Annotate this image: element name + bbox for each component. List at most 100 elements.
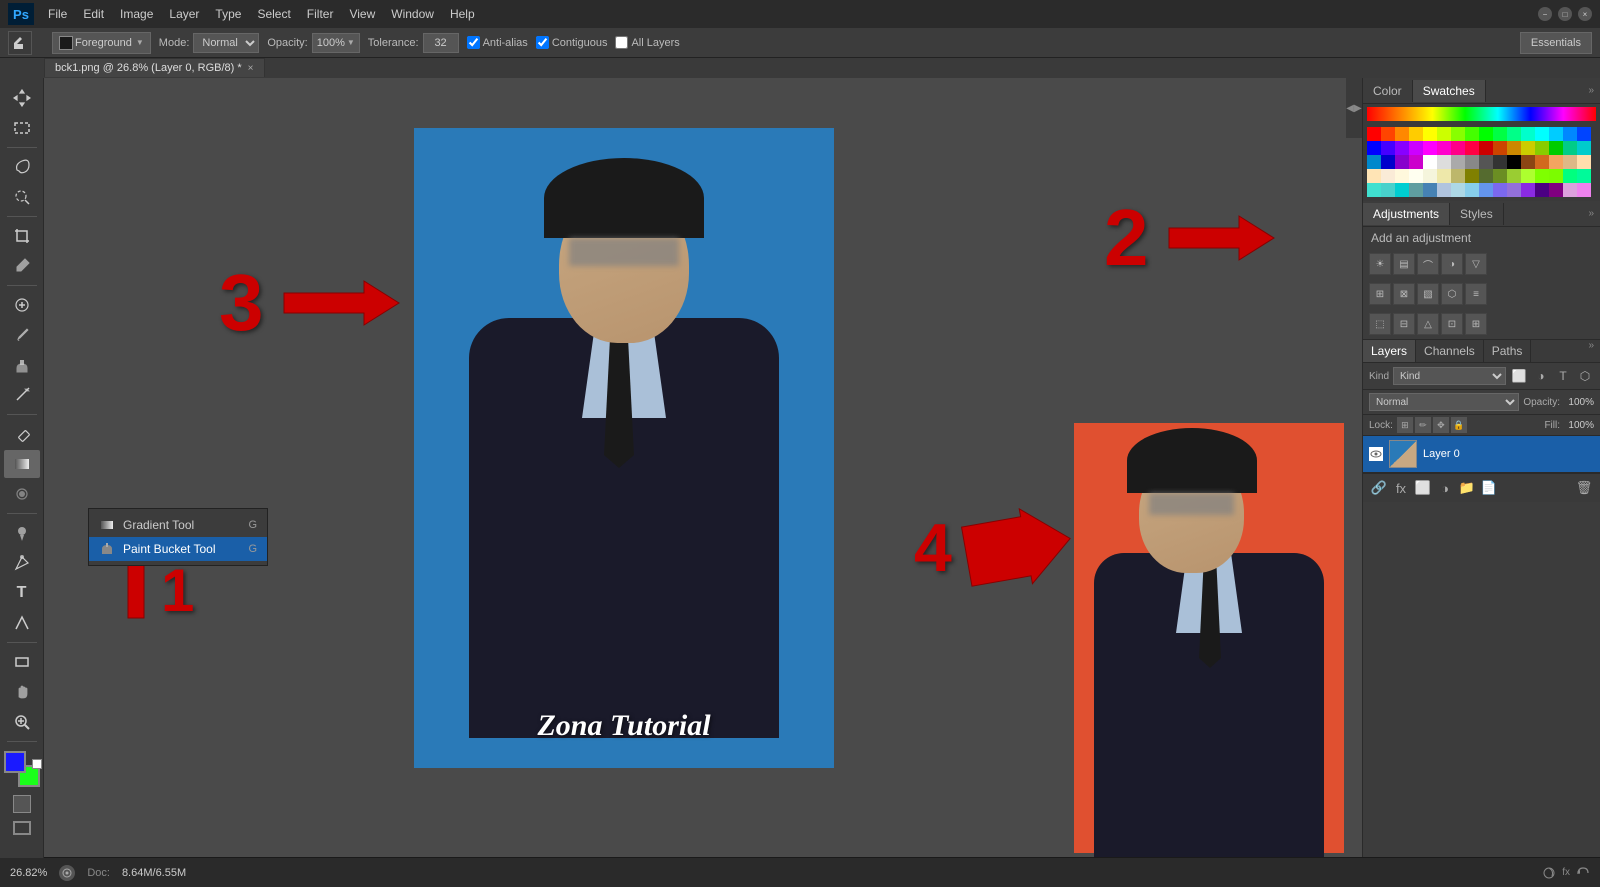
swatch-cell[interactable] <box>1535 127 1549 141</box>
foreground-dropdown[interactable]: Foreground ▼ <box>52 32 151 54</box>
exposure-adj-btn[interactable]: ◑ <box>1441 253 1463 275</box>
swatch-cell[interactable] <box>1465 155 1479 169</box>
crop-tool[interactable] <box>4 222 40 250</box>
swatch-cell[interactable] <box>1521 169 1535 183</box>
swatch-cell[interactable] <box>1423 155 1437 169</box>
new-adj-layer-btn[interactable]: ◑ <box>1435 478 1455 498</box>
swatch-cell[interactable] <box>1577 141 1591 155</box>
swatch-cell[interactable] <box>1437 141 1451 155</box>
lock-image-btn[interactable]: ✏ <box>1415 417 1431 433</box>
foreground-color[interactable] <box>4 751 26 773</box>
swatch-cell[interactable] <box>1437 127 1451 141</box>
swatch-cell[interactable] <box>1479 183 1493 197</box>
swatch-cell[interactable] <box>1493 183 1507 197</box>
swatch-cell[interactable] <box>1493 127 1507 141</box>
menu-filter[interactable]: Filter <box>301 5 340 23</box>
bw-adj-btn[interactable]: ▧ <box>1417 283 1439 305</box>
swatch-cell[interactable] <box>1381 169 1395 183</box>
swatch-cell[interactable] <box>1577 127 1591 141</box>
menu-select[interactable]: Select <box>251 5 296 23</box>
swatch-cell[interactable] <box>1423 183 1437 197</box>
menu-layer[interactable]: Layer <box>163 5 205 23</box>
levels-adj-btn[interactable]: ▤ <box>1393 253 1415 275</box>
stamp-tool[interactable] <box>4 351 40 379</box>
swatch-cell[interactable] <box>1409 141 1423 155</box>
swatch-cell[interactable] <box>1563 155 1577 169</box>
swatch-cell[interactable] <box>1479 169 1493 183</box>
layers-tab-btn[interactable]: Layers <box>1363 340 1416 362</box>
layer-visibility-eye[interactable] <box>1369 447 1383 461</box>
swatch-cell[interactable] <box>1395 155 1409 169</box>
healing-tool[interactable] <box>4 291 40 319</box>
panel-collapse-btn[interactable]: » <box>1582 85 1600 96</box>
swatch-cell[interactable] <box>1437 169 1451 183</box>
filter-adj-btn[interactable]: ◑ <box>1532 367 1550 385</box>
add-style-btn[interactable]: fx <box>1391 478 1411 498</box>
swatch-cell[interactable] <box>1577 183 1591 197</box>
swatch-cell[interactable] <box>1535 183 1549 197</box>
lock-transparent-btn[interactable]: ⊞ <box>1397 417 1413 433</box>
swatch-cell[interactable] <box>1549 169 1563 183</box>
swatch-cell[interactable] <box>1549 141 1563 155</box>
curves-adj-btn[interactable]: ⌒ <box>1417 253 1439 275</box>
adjustments-tab[interactable]: Adjustments <box>1363 203 1450 225</box>
eyedropper-tool[interactable] <box>4 252 40 280</box>
text-tool[interactable]: T <box>4 579 40 607</box>
close-btn[interactable]: × <box>1578 7 1592 21</box>
zoom-tool[interactable] <box>4 708 40 736</box>
adj-collapse-btn[interactable]: » <box>1582 208 1600 219</box>
posterize-adj-btn[interactable]: ⊟ <box>1393 313 1415 335</box>
lasso-tool[interactable] <box>4 153 40 181</box>
swatch-cell[interactable] <box>1409 169 1423 183</box>
swatch-cell[interactable] <box>1451 169 1465 183</box>
swatch-cell[interactable] <box>1521 141 1535 155</box>
new-layer-btn[interactable]: 📄 <box>1479 478 1499 498</box>
colorbalance-adj-btn[interactable]: ⊠ <box>1393 283 1415 305</box>
menu-file[interactable]: File <box>42 5 73 23</box>
brush-tool[interactable] <box>4 321 40 349</box>
add-mask-btn[interactable]: ⬜ <box>1413 478 1433 498</box>
color-spectrum-bar[interactable] <box>1367 107 1596 121</box>
history-tool[interactable] <box>4 381 40 409</box>
swatch-cell[interactable] <box>1451 155 1465 169</box>
link-layers-btn[interactable]: 🔗 <box>1369 478 1389 498</box>
shape-tool[interactable] <box>4 648 40 676</box>
panel-collapse-arrow[interactable]: ◀▶ <box>1346 78 1362 138</box>
swatch-cell[interactable] <box>1507 183 1521 197</box>
swatch-cell[interactable] <box>1381 183 1395 197</box>
brightness-adj-btn[interactable]: ☀ <box>1369 253 1391 275</box>
swatch-cell[interactable] <box>1395 183 1409 197</box>
swatch-cell[interactable] <box>1465 169 1479 183</box>
swatch-cell[interactable] <box>1563 169 1577 183</box>
opacity-input[interactable]: 100% ▼ <box>312 33 360 53</box>
swatch-cell[interactable] <box>1507 127 1521 141</box>
swatch-cell[interactable] <box>1451 183 1465 197</box>
maximize-btn[interactable]: □ <box>1558 7 1572 21</box>
menu-image[interactable]: Image <box>114 5 159 23</box>
swatch-cell[interactable] <box>1367 183 1381 197</box>
kind-select[interactable]: Kind <box>1393 367 1506 385</box>
swatch-cell[interactable] <box>1535 169 1549 183</box>
lock-position-btn[interactable]: ✥ <box>1433 417 1449 433</box>
gradient-tool[interactable] <box>4 450 40 478</box>
swatch-cell[interactable] <box>1437 155 1451 169</box>
swatch-cell[interactable] <box>1493 155 1507 169</box>
new-group-btn[interactable]: 📁 <box>1457 478 1477 498</box>
swatch-cell[interactable] <box>1423 127 1437 141</box>
screen-mode-btn[interactable] <box>4 821 40 841</box>
menu-type[interactable]: Type <box>209 5 247 23</box>
tab-close-button[interactable]: × <box>248 63 254 74</box>
swatch-cell[interactable] <box>1437 183 1451 197</box>
tolerance-input[interactable] <box>423 33 459 53</box>
switch-colors-icon[interactable] <box>32 759 42 769</box>
swatch-cell[interactable] <box>1521 127 1535 141</box>
all-layers-checkbox[interactable] <box>615 36 628 49</box>
paths-tab-btn[interactable]: Paths <box>1484 340 1532 362</box>
swatch-cell[interactable] <box>1507 155 1521 169</box>
swatch-cell[interactable] <box>1479 141 1493 155</box>
gradient-map-adj-btn[interactable]: ⊡ <box>1441 313 1463 335</box>
layer-0-item[interactable]: Layer 0 <box>1363 436 1600 473</box>
menu-edit[interactable]: Edit <box>77 5 110 23</box>
vibrance-adj-btn[interactable]: ▽ <box>1465 253 1487 275</box>
swatch-cell[interactable] <box>1395 141 1409 155</box>
